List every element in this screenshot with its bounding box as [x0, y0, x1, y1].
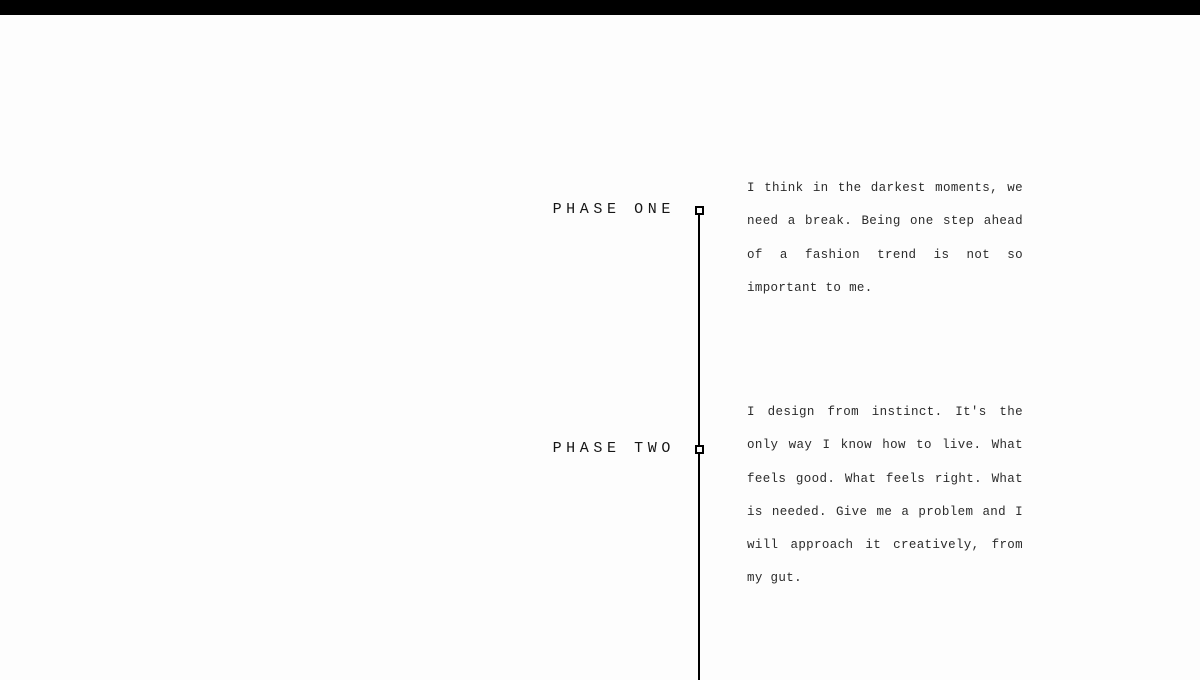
phase-two-label: PHASE TWO	[552, 440, 675, 457]
phase-one-body-text: I think in the darkest moments, we need …	[747, 181, 1023, 295]
phase-one-label: PHASE ONE	[552, 201, 675, 218]
phase-two-marker-square-icon[interactable]	[695, 444, 704, 454]
timeline-stage: PHASE ONE I think in the darkest moments…	[0, 15, 1200, 680]
phase-one-marker-square-icon[interactable]	[695, 205, 704, 215]
phase-two-body-text: I design from instinct. It's the only wa…	[747, 405, 1023, 586]
top-black-bar	[0, 0, 1200, 15]
